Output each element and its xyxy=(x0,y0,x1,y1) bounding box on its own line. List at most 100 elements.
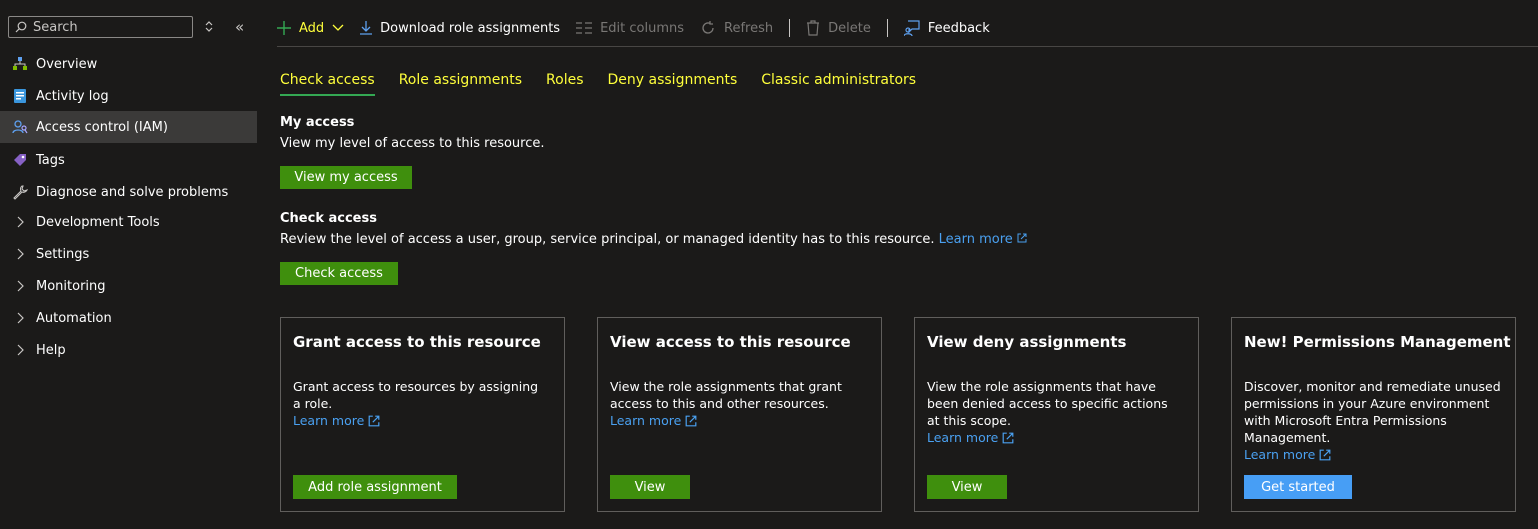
collapse-sidebar-icon[interactable]: « xyxy=(235,18,244,36)
learn-more-link[interactable]: Learn more xyxy=(610,412,697,429)
sidebar-item-overview[interactable]: Overview xyxy=(0,48,257,80)
tab-classic-administrators[interactable]: Classic administrators xyxy=(761,72,916,96)
chevron-down-icon xyxy=(332,24,344,31)
card-description: Discover, monitor and remediate unused p… xyxy=(1244,378,1504,463)
tag-icon xyxy=(12,152,28,168)
chevron-right-icon xyxy=(12,248,28,260)
external-link-icon xyxy=(1319,449,1331,460)
learn-more-link[interactable]: Learn more xyxy=(293,412,380,429)
card-title: Grant access to this resource xyxy=(293,333,541,351)
tab-check-access[interactable]: Check access xyxy=(280,72,375,96)
overview-icon xyxy=(12,56,28,72)
check-access-title: Check access xyxy=(280,211,377,226)
refresh-button[interactable]: Refresh xyxy=(700,20,773,36)
view-my-access-button[interactable]: View my access xyxy=(280,166,412,189)
sidebar-item-label: Activity log xyxy=(36,88,109,104)
external-link-icon xyxy=(1002,432,1014,443)
sidebar-item-access-control[interactable]: Access control (IAM) xyxy=(0,111,257,143)
sidebar-item-automation[interactable]: Automation xyxy=(0,302,257,334)
toolbar-divider xyxy=(789,19,791,37)
chevron-right-icon xyxy=(12,312,28,324)
feedback-icon xyxy=(903,20,920,36)
sidebar-item-label: Diagnose and solve problems xyxy=(36,184,229,200)
chevron-right-icon xyxy=(12,344,28,356)
sidebar-item-activity-log[interactable]: Activity log xyxy=(0,80,257,112)
card-description: View the role assignments that have been… xyxy=(927,378,1177,446)
external-link-icon xyxy=(368,415,380,426)
search-input[interactable] xyxy=(33,19,183,35)
check-access-button[interactable]: Check access xyxy=(280,262,398,285)
learn-more-label: Learn more xyxy=(293,413,365,428)
card-description-text: View the role assignments that have been… xyxy=(927,379,1168,428)
learn-more-link[interactable]: Learn more xyxy=(1244,446,1331,463)
view-deny-assignments-button[interactable]: View xyxy=(927,475,1007,499)
sidebar-item-development-tools[interactable]: Development Tools xyxy=(0,206,257,238)
sidebar-item-label: Monitoring xyxy=(36,278,106,294)
sidebar-item-label: Automation xyxy=(36,310,112,326)
add-label: Add xyxy=(299,20,325,36)
iam-icon xyxy=(12,119,28,135)
check-access-learn-more-link[interactable]: Learn more xyxy=(939,232,1027,247)
sidebar-item-label: Tags xyxy=(36,152,65,168)
external-link-icon xyxy=(1017,233,1027,243)
search-box[interactable] xyxy=(8,16,193,38)
delete-button[interactable]: Delete xyxy=(806,20,871,36)
refresh-label: Refresh xyxy=(724,20,774,36)
plus-icon xyxy=(277,21,291,35)
card-description-text: Grant access to resources by assigning a… xyxy=(293,379,539,411)
sidebar-item-label: Access control (IAM) xyxy=(36,119,168,135)
tab-roles[interactable]: Roles xyxy=(546,72,583,96)
chevron-right-icon xyxy=(12,216,28,228)
sidebar-item-label: Help xyxy=(36,342,66,358)
tab-bar: Check access Role assignments Roles Deny… xyxy=(280,72,940,96)
card-description: View the role assignments that grant acc… xyxy=(610,378,860,429)
card-description: Grant access to resources by assigning a… xyxy=(293,378,543,429)
card-title: View access to this resource xyxy=(610,333,851,351)
my-access-title: My access xyxy=(280,115,355,130)
card-description-text: Discover, monitor and remediate unused p… xyxy=(1244,379,1501,445)
sidebar-item-label: Settings xyxy=(36,246,90,262)
view-deny-assignments-card: View deny assignments View the role assi… xyxy=(914,317,1199,512)
tab-role-assignments[interactable]: Role assignments xyxy=(399,72,522,96)
download-role-assignments-button[interactable]: Download role assignments xyxy=(360,21,560,36)
sidebar-item-tags[interactable]: Tags xyxy=(0,144,257,176)
view-access-card: View access to this resource View the ro… xyxy=(597,317,882,512)
sidebar-item-label: Development Tools xyxy=(36,214,160,230)
refresh-icon xyxy=(702,21,714,34)
chevron-right-icon xyxy=(12,280,28,292)
sidebar-item-settings[interactable]: Settings xyxy=(0,238,257,270)
learn-more-label: Learn more xyxy=(1244,447,1316,462)
check-access-text: Review the level of access a user, group… xyxy=(280,232,935,247)
feedback-label: Feedback xyxy=(927,20,990,36)
card-description-text: View the role assignments that grant acc… xyxy=(610,379,842,411)
external-link-icon xyxy=(685,415,697,426)
get-started-button[interactable]: Get started xyxy=(1244,475,1352,499)
sidebar-item-diagnose[interactable]: Diagnose and solve problems xyxy=(0,176,257,208)
view-access-button[interactable]: View xyxy=(610,475,690,499)
trash-icon xyxy=(807,20,820,36)
learn-more-link[interactable]: Learn more xyxy=(927,429,1014,446)
columns-icon xyxy=(576,22,593,34)
learn-more-label: Learn more xyxy=(610,413,682,428)
command-bar: Add Download role assignments Edit colum… xyxy=(277,10,1538,47)
sidebar-item-monitoring[interactable]: Monitoring xyxy=(0,270,257,302)
toolbar-divider xyxy=(886,19,888,37)
learn-more-label: Learn more xyxy=(938,232,1013,247)
add-button[interactable]: Add xyxy=(277,21,344,36)
download-label: Download role assignments xyxy=(380,20,561,36)
delete-label: Delete xyxy=(828,20,871,36)
check-access-text-row: Review the level of access a user, group… xyxy=(280,232,1027,247)
add-role-assignment-button[interactable]: Add role assignment xyxy=(293,475,457,499)
card-title: View deny assignments xyxy=(927,333,1127,351)
activity-log-icon xyxy=(12,88,28,104)
sidebar: « Overview Activity log Access control (… xyxy=(0,0,257,529)
grant-access-card: Grant access to this resource Grant acce… xyxy=(280,317,565,512)
tab-deny-assignments[interactable]: Deny assignments xyxy=(608,72,738,96)
feedback-button[interactable]: Feedback xyxy=(903,20,990,36)
edit-columns-button[interactable]: Edit columns xyxy=(576,21,684,36)
sidebar-item-help[interactable]: Help xyxy=(0,334,257,366)
card-title: New! Permissions Management xyxy=(1244,333,1511,351)
download-icon xyxy=(360,21,373,35)
search-icon xyxy=(15,21,27,33)
sort-updown-icon[interactable] xyxy=(205,20,213,36)
